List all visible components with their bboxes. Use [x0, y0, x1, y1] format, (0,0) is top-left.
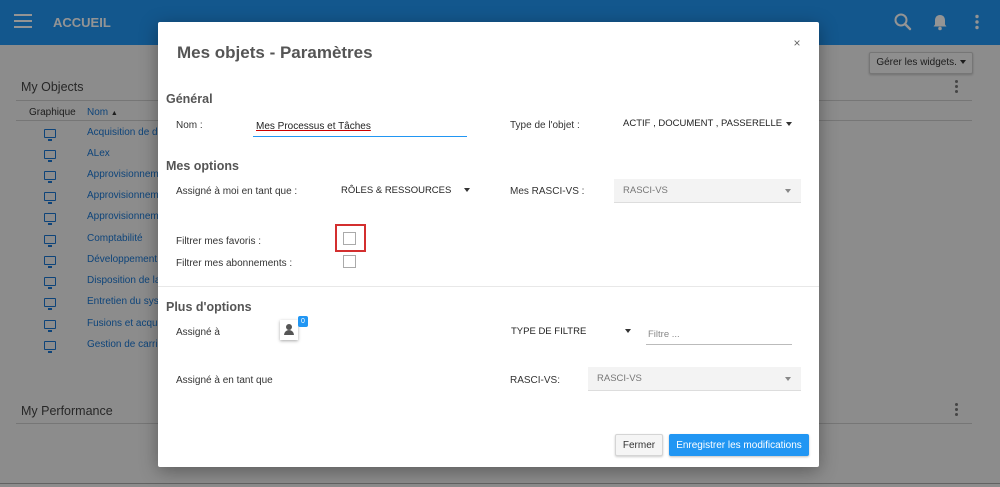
favorites-highlight-box — [335, 224, 366, 252]
my-options-heading: Mes options — [166, 159, 239, 173]
section-divider — [158, 286, 819, 287]
name-input[interactable] — [253, 116, 467, 137]
assignee-count-badge: 0 — [298, 316, 308, 327]
filter-input[interactable] — [646, 325, 792, 345]
rasci-label: RASCI-VS: — [510, 375, 561, 386]
object-type-label: Type de l'objet : — [510, 120, 580, 131]
caret-down-icon — [785, 377, 791, 381]
my-rasci-select[interactable]: RASCI-VS — [614, 179, 801, 203]
name-label: Nom : — [176, 120, 203, 131]
assigned-to-me-label: Assigné à moi en tant que : — [176, 186, 298, 197]
more-options-heading: Plus d'options — [166, 300, 252, 314]
dialog-title: Mes objets - Paramètres — [177, 43, 373, 62]
filter-favorites-label: Filtrer mes favoris : — [176, 236, 262, 247]
caret-down-icon — [624, 329, 631, 334]
caret-down-icon — [785, 121, 792, 126]
settings-dialog: Mes objets - Paramètres × Général Nom : … — [158, 22, 819, 467]
assigned-role-select[interactable]: RÔLES & RESSOURCES — [341, 185, 470, 196]
filter-type-value: TYPE DE FILTRE — [511, 326, 587, 337]
close-button[interactable]: Fermer — [615, 434, 663, 456]
object-type-value: ACTIF , DOCUMENT , PASSERELLE , IN — [623, 118, 783, 129]
my-rasci-label: Mes RASCI-VS : — [510, 186, 585, 197]
object-type-select[interactable]: ACTIF , DOCUMENT , PASSERELLE , IN — [623, 118, 793, 129]
general-heading: Général — [166, 92, 213, 106]
filter-type-select[interactable]: TYPE DE FILTRE — [511, 326, 631, 337]
assigned-role-value: RÔLES & RESSOURCES — [341, 185, 452, 196]
save-changes-button[interactable]: Enregistrer les modifications — [669, 434, 809, 456]
filter-subscriptions-checkbox[interactable] — [343, 255, 356, 268]
caret-down-icon — [463, 188, 470, 193]
close-icon[interactable]: × — [790, 36, 804, 50]
add-assignee-button[interactable] — [280, 320, 298, 340]
filter-subscriptions-label: Filtrer mes abonnements : — [176, 258, 293, 269]
rasci-value: RASCI-VS — [597, 373, 642, 384]
caret-down-icon — [785, 189, 791, 193]
assigned-to-label: Assigné à — [176, 327, 220, 338]
assigned-as-label: Assigné à en tant que — [176, 375, 273, 386]
my-rasci-value: RASCI-VS — [623, 185, 668, 196]
rasci-select[interactable]: RASCI-VS — [588, 367, 801, 391]
